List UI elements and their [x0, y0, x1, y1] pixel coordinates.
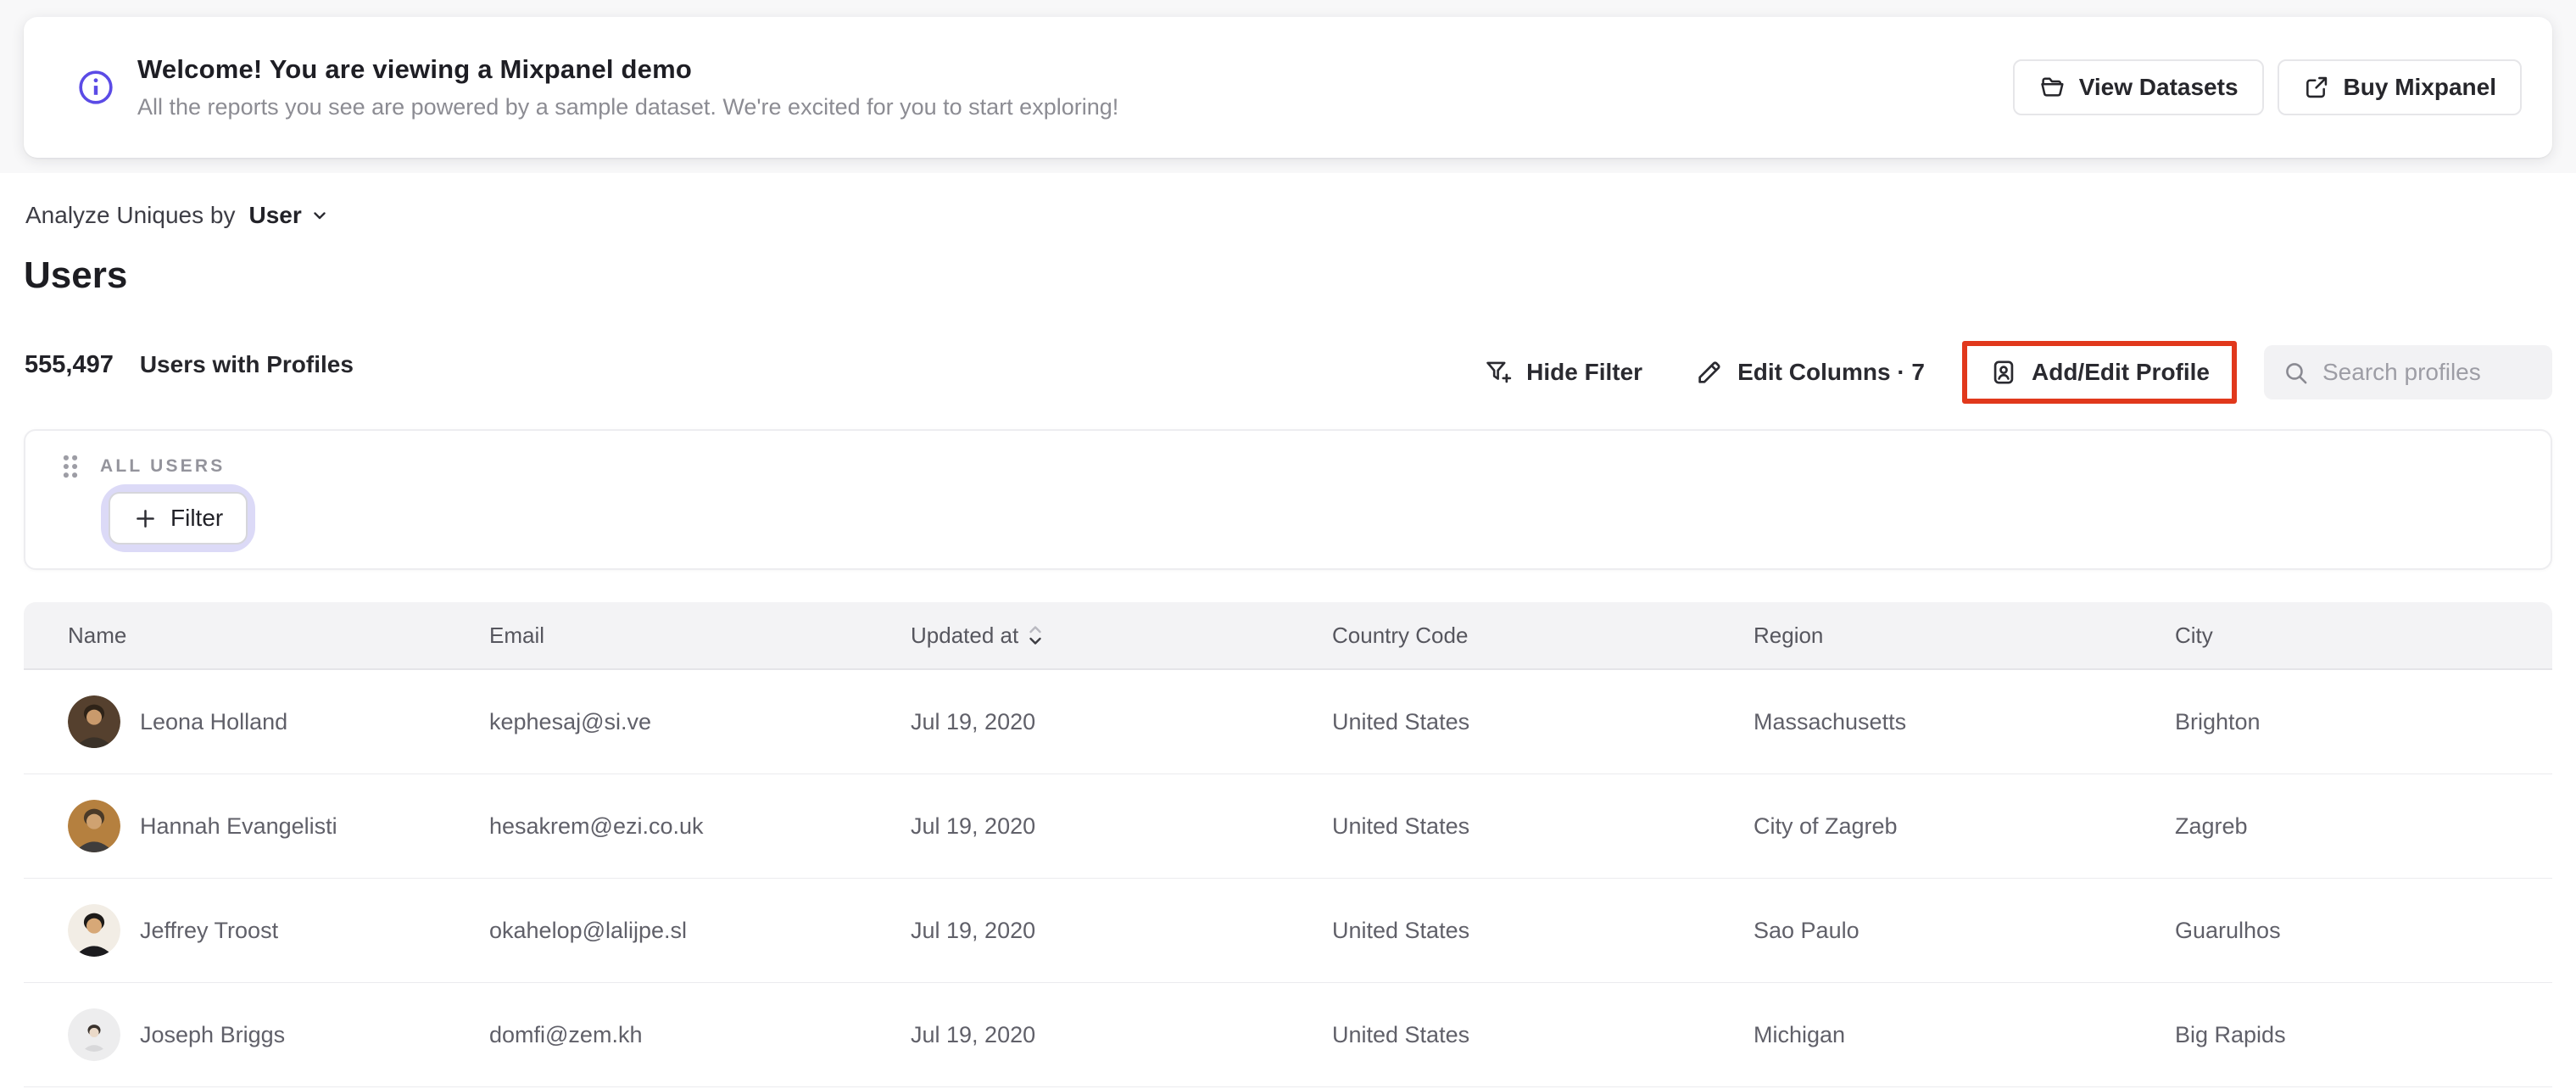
users-table: Name Email Updated at Country Code Region Cit…	[24, 602, 2552, 1089]
add-filter-label: Filter	[170, 505, 224, 531]
column-header-label: Region	[1754, 622, 1824, 648]
banner-subtitle: All the reports you see are powered by a…	[137, 94, 1119, 120]
folder-icon	[2040, 77, 2064, 97]
user-city: Big Rapids	[2175, 1021, 2286, 1047]
profiles-count-row: 555,497 Users with Profiles	[25, 351, 354, 379]
user-updated-at: Jul 19, 2020	[911, 1021, 1036, 1047]
user-region: City of Zagreb	[1754, 813, 1898, 839]
column-header-label: Name	[68, 622, 127, 648]
hide-filter-label: Hide Filter	[1526, 359, 1643, 385]
buy-mixpanel-button[interactable]: Buy Mixpanel	[2277, 59, 2522, 115]
column-header-region[interactable]: Region	[1709, 623, 2131, 649]
filter-button-focus-ring: Filter	[109, 492, 248, 544]
analyze-uniques-prefix: Analyze Uniques by	[25, 202, 236, 228]
user-email: okahelop@lalijpe.sl	[489, 917, 688, 943]
user-name: Hannah Evangelisti	[140, 813, 337, 839]
view-datasets-label: View Datasets	[2078, 74, 2239, 100]
filter-funnel-icon	[1486, 361, 1512, 383]
page-title: Users	[24, 254, 128, 296]
avatar-image	[68, 800, 120, 852]
column-header-email[interactable]: Email	[445, 623, 867, 649]
avatar	[68, 695, 120, 748]
filter-group-label: ALL USERS	[100, 456, 226, 476]
search-profiles-box[interactable]	[2264, 345, 2552, 399]
search-icon	[2286, 362, 2307, 383]
profiles-count: 555,497	[25, 351, 114, 378]
hide-filter-button[interactable]: Hide Filter	[1484, 358, 1642, 387]
drag-handle-icon[interactable]	[59, 453, 81, 480]
column-header-label: City	[2175, 622, 2213, 648]
user-region: Sao Paulo	[1754, 917, 1860, 943]
analyze-uniques-control: Analyze Uniques by User	[25, 202, 330, 229]
chevron-down-icon[interactable]	[309, 205, 330, 226]
buy-mixpanel-label: Buy Mixpanel	[2343, 74, 2496, 100]
external-link-icon	[2306, 76, 2327, 98]
user-email: kephesaj@si.ve	[489, 708, 652, 734]
user-region: Michigan	[1754, 1021, 1846, 1047]
user-country-code: United States	[1332, 813, 1470, 839]
add-filter-button[interactable]: Filter	[109, 492, 248, 544]
user-name: Jeffrey Troost	[140, 917, 279, 943]
table-toolbar: Hide Filter Edit Columns · 7 Add/Edit Pr…	[1484, 334, 2552, 410]
user-region: Massachusetts	[1754, 708, 1907, 734]
view-datasets-button[interactable]: View Datasets	[2012, 59, 2264, 115]
plus-icon	[137, 509, 154, 528]
user-country-code: United States	[1332, 708, 1470, 734]
table-row[interactable]: Jeffrey Troost okahelop@lalijpe.sl Jul 1…	[24, 879, 2552, 983]
profiles-count-label: Users with Profiles	[139, 351, 354, 377]
table-row[interactable]: Hannah Evangelisti hesakrem@ezi.co.uk Ju…	[24, 774, 2552, 879]
table-body: Leona Holland kephesaj@si.ve Jul 19, 202…	[24, 670, 2552, 1087]
table-row[interactable]: Leona Holland kephesaj@si.ve Jul 19, 202…	[24, 670, 2552, 774]
info-icon	[79, 70, 113, 104]
user-city: Zagreb	[2175, 813, 2248, 839]
column-header-label: Email	[489, 622, 545, 648]
edit-columns-label: Edit Columns · 7	[1737, 359, 1925, 385]
filter-panel: ALL USERS Filter	[24, 429, 2552, 570]
pencil-icon	[1698, 361, 1720, 383]
annotation-highlight: Add/Edit Profile	[1962, 341, 2237, 404]
profile-card-icon	[1993, 360, 2014, 384]
user-name: Joseph Briggs	[140, 1021, 286, 1047]
user-updated-at: Jul 19, 2020	[911, 813, 1036, 839]
user-email: domfi@zem.kh	[489, 1021, 643, 1047]
edit-columns-button[interactable]: Edit Columns · 7	[1695, 358, 1925, 387]
avatar	[68, 1008, 120, 1061]
column-header-label: Country Code	[1332, 622, 1469, 648]
add-edit-profile-label: Add/Edit Profile	[2032, 359, 2210, 385]
analyze-uniques-dropdown[interactable]: User	[248, 202, 301, 229]
user-city: Brighton	[2175, 708, 2261, 734]
column-header-name[interactable]: Name	[24, 623, 445, 649]
column-header-city[interactable]: City	[2131, 623, 2552, 649]
column-header-country-code[interactable]: Country Code	[1288, 623, 1709, 649]
avatar	[68, 904, 120, 957]
user-country-code: United States	[1332, 917, 1470, 943]
banner-title: Welcome! You are viewing a Mixpanel demo	[137, 54, 693, 84]
user-city: Guarulhos	[2175, 917, 2281, 943]
user-name: Leona Holland	[140, 708, 288, 734]
user-country-code: United States	[1332, 1021, 1470, 1047]
table-row[interactable]: Joseph Briggs domfi@zem.kh Jul 19, 2020 …	[24, 983, 2552, 1087]
user-updated-at: Jul 19, 2020	[911, 708, 1036, 734]
user-updated-at: Jul 19, 2020	[911, 917, 1036, 943]
table-header-row: Name Email Updated at Country Code Region Cit…	[24, 602, 2552, 670]
add-edit-profile-button[interactable]: Add/Edit Profile	[1989, 358, 2210, 387]
column-header-label: Updated at	[911, 622, 1019, 648]
avatar-image	[68, 1008, 120, 1061]
user-email: hesakrem@ezi.co.uk	[489, 813, 704, 839]
avatar-image	[68, 904, 120, 957]
avatar-image	[68, 695, 120, 748]
column-header-updated-at[interactable]: Updated at	[867, 623, 1288, 649]
search-profiles-input[interactable]	[2322, 359, 2537, 386]
avatar	[68, 800, 120, 852]
sort-icon[interactable]	[1027, 623, 1044, 648]
welcome-banner: Welcome! You are viewing a Mixpanel demo…	[24, 17, 2552, 158]
